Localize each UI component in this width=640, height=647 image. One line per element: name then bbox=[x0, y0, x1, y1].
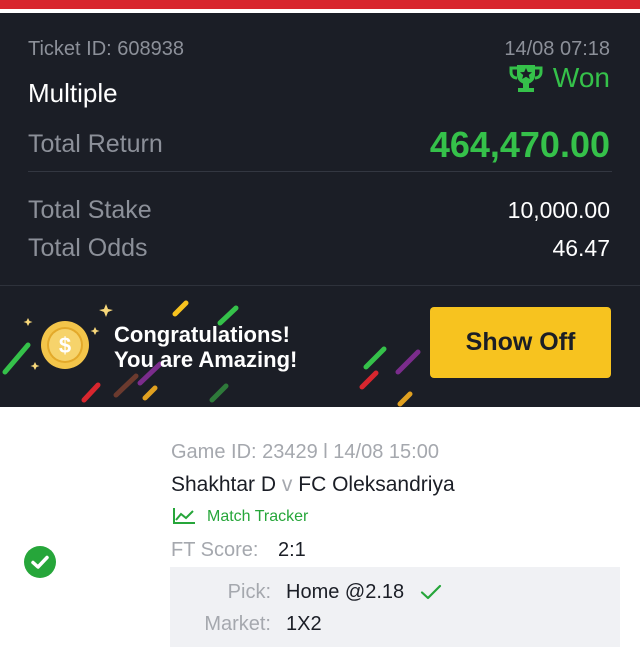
ft-score-value: 2:1 bbox=[278, 539, 306, 561]
market-value: 1X2 bbox=[286, 613, 322, 635]
coin-icon: $ bbox=[41, 321, 89, 369]
total-return-value: 464,470.00 bbox=[429, 124, 610, 165]
ticket-id: Ticket ID: 608938 bbox=[28, 38, 185, 60]
pick-label: Pick: bbox=[227, 581, 271, 603]
match-teams: Shakhtar D v FC Oleksandriya bbox=[171, 473, 455, 497]
total-stake-label: Total Stake bbox=[28, 196, 152, 224]
vs-label: v bbox=[281, 473, 293, 496]
top-brand-bar bbox=[0, 0, 640, 13]
congrats-message: Congratulations! You are Amazing! bbox=[114, 322, 297, 372]
congrats-line-2: You are Amazing! bbox=[114, 347, 298, 372]
svg-text:$: $ bbox=[59, 333, 71, 358]
divider bbox=[28, 171, 612, 172]
total-odds-value: 46.47 bbox=[552, 235, 610, 261]
checkmark-icon bbox=[420, 584, 442, 600]
market-label: Market: bbox=[204, 613, 271, 635]
total-odds-label: Total Odds bbox=[28, 234, 148, 262]
won-status: Won bbox=[509, 62, 610, 94]
pick-value: Home @2.18 bbox=[286, 581, 405, 603]
won-label: Won bbox=[552, 62, 610, 93]
show-off-button[interactable]: Show Off bbox=[430, 307, 611, 378]
brand-red-strip bbox=[0, 0, 640, 9]
trophy-icon bbox=[509, 65, 543, 92]
total-stake-value: 10,000.00 bbox=[507, 197, 610, 223]
congrats-line-1: Congratulations! bbox=[114, 322, 290, 347]
ticket-datetime: 14/08 07:18 bbox=[504, 38, 610, 60]
bet-type: Multiple bbox=[28, 78, 118, 108]
chart-line-icon[interactable] bbox=[172, 507, 196, 525]
away-team: FC Oleksandriya bbox=[298, 473, 455, 496]
match-tracker-link[interactable]: Match Tracker bbox=[207, 508, 308, 526]
check-circle-icon bbox=[24, 546, 56, 578]
ft-score-label: FT Score: bbox=[171, 539, 259, 561]
game-id-line: Game ID: 23429 l 14/08 15:00 bbox=[171, 441, 439, 463]
total-return-label: Total Return bbox=[28, 130, 163, 158]
home-team: Shakhtar D bbox=[171, 473, 277, 496]
